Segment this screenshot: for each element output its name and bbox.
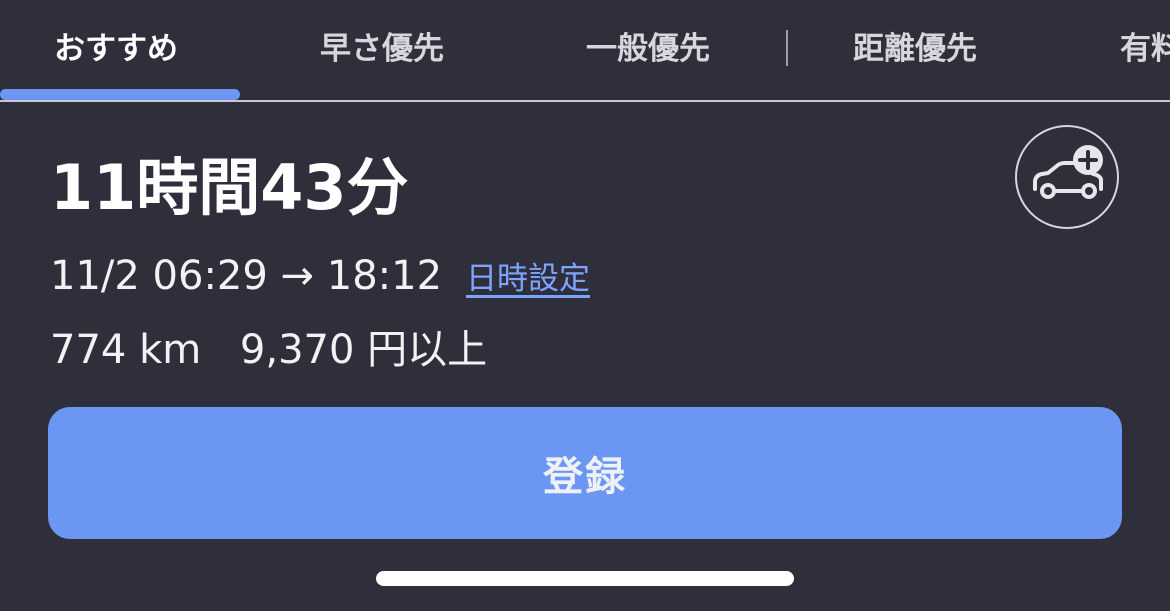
datetime-setting-link[interactable]: 日時設定 bbox=[466, 253, 590, 305]
active-tab-indicator bbox=[0, 89, 240, 100]
route-toll-cost: 9,370 円以上 bbox=[239, 327, 488, 373]
register-button-label: 登録 bbox=[543, 454, 627, 500]
car-plus-icon bbox=[1033, 145, 1103, 199]
route-stats: 774 km 9,370 円以上 bbox=[50, 324, 487, 376]
route-duration: 11時間43分 bbox=[50, 151, 409, 224]
route-distance: 774 km bbox=[50, 327, 202, 373]
tab-fastest[interactable]: 早さ優先 bbox=[320, 26, 444, 72]
add-car-button[interactable] bbox=[1015, 125, 1119, 229]
tab-shortest-distance[interactable]: 距離優先 bbox=[853, 26, 977, 72]
register-button[interactable]: 登録 bbox=[48, 407, 1122, 539]
tab-divider bbox=[786, 30, 788, 66]
tab-toll[interactable]: 有料 bbox=[1120, 26, 1170, 72]
tab-recommended[interactable]: おすすめ bbox=[54, 26, 178, 72]
home-indicator[interactable] bbox=[376, 571, 794, 586]
departure-arrival-row: 11/2 06:29 → 18:12 日時設定 bbox=[50, 250, 590, 302]
route-tab-bar: おすすめ 早さ優先 一般優先 距離優先 有料 bbox=[0, 0, 1170, 102]
tab-general-road[interactable]: 一般優先 bbox=[586, 26, 710, 72]
departure-arrival-time: 11/2 06:29 → 18:12 bbox=[50, 253, 443, 299]
